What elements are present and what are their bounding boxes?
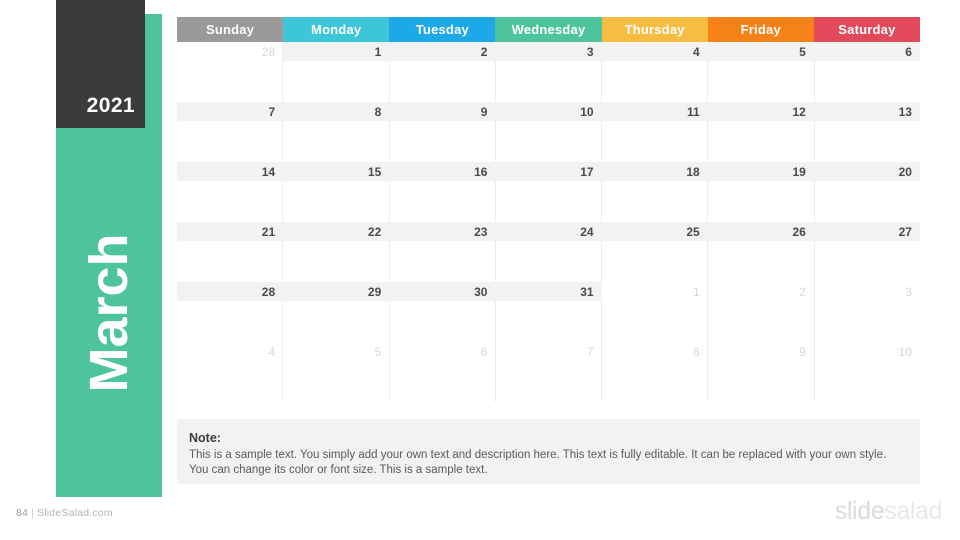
calendar-day-cell[interactable]: 10 [814, 342, 920, 361]
calendar-day-cell[interactable]: 3 [495, 42, 602, 61]
calendar-day-cell[interactable]: 25 [601, 222, 708, 241]
calendar-day-cell[interactable]: 9 [389, 102, 496, 121]
calendar-day-cell[interactable]: 7 [177, 102, 284, 121]
calendar-day-cell[interactable]: 1 [602, 282, 708, 301]
calendar-day-cell[interactable]: 9 [708, 342, 814, 361]
day-header-label: Sunday [205, 22, 255, 37]
calendar-day-cell[interactable]: 31 [495, 282, 602, 301]
calendar-day-cell[interactable]: 5 [707, 42, 814, 61]
calendar-week-row: 4 5 6 7 8 9 10 [177, 342, 920, 402]
note-box: Note: This is a sample text. You simply … [177, 419, 920, 484]
day-header-sunday: Sunday [177, 17, 284, 42]
day-header-label: Wednesday [511, 22, 586, 37]
calendar-day-cell[interactable]: 15 [283, 162, 390, 181]
day-header-label: Thursday [624, 22, 685, 37]
calendar-day-cell[interactable]: 10 [495, 102, 602, 121]
calendar-day-cell[interactable]: 28 [177, 282, 284, 301]
month-title: March [79, 232, 139, 393]
calendar-day-cell[interactable]: 12 [707, 102, 814, 121]
week-date-band: 7 8 9 10 11 12 13 [177, 102, 920, 121]
footer-site: SlideSalad.com [37, 507, 113, 519]
day-header-label: Monday [311, 22, 362, 37]
calendar-week-row: 7 8 9 10 11 12 13 [177, 102, 920, 162]
calendar-week-row: 28 29 30 31 1 2 3 [177, 282, 920, 342]
calendar-grid: 28 1 2 3 4 5 6 7 8 9 10 11 12 13 14 15 16 17 18 19 20 21 22 23 2… [177, 42, 920, 402]
calendar-week-row: 14 15 16 17 18 19 20 [177, 162, 920, 222]
page-number: 84 [16, 507, 29, 519]
day-header-tuesday: Tuesday [389, 17, 496, 42]
calendar-day-cell[interactable]: 24 [495, 222, 602, 241]
week-date-band: 28 29 30 31 1 2 3 [177, 282, 920, 301]
footer-separator: | [31, 507, 35, 519]
slidesalad-logo: slidesalad [834, 497, 943, 525]
calendar-day-cell[interactable]: 4 [601, 42, 708, 61]
logo-text-salad: salad [884, 497, 942, 525]
calendar-day-cell[interactable]: 5 [283, 342, 389, 361]
footer-credit: 84 | SlideSalad.com [16, 507, 113, 519]
calendar-day-cell[interactable]: 18 [601, 162, 708, 181]
day-header-saturday: Saturday [813, 17, 920, 42]
calendar-day-cell[interactable]: 17 [495, 162, 602, 181]
day-header-thursday: Thursday [601, 17, 708, 42]
calendar-day-cell[interactable]: 8 [283, 102, 390, 121]
calendar-day-cell[interactable]: 19 [707, 162, 814, 181]
day-header-label: Friday [740, 22, 781, 37]
calendar-day-cell[interactable]: 22 [283, 222, 390, 241]
calendar-day-cell[interactable]: 11 [601, 102, 708, 121]
logo-text-slide: slide [834, 497, 885, 525]
slide-canvas: March 2021 Sunday Monday Tuesday Wednesd… [0, 0, 960, 540]
calendar-week-row: 28 1 2 3 4 5 6 [177, 42, 920, 102]
calendar-day-cell[interactable]: 21 [177, 222, 284, 241]
calendar-day-cell[interactable]: 13 [813, 102, 920, 121]
sidebar-month-container: March [56, 128, 162, 497]
calendar-week-row: 21 22 23 24 25 26 27 [177, 222, 920, 282]
week-date-band: 4 5 6 7 8 9 10 [177, 342, 920, 361]
calendar-day-cell[interactable]: 2 [708, 282, 814, 301]
note-body: This is a sample text. You simply add yo… [189, 448, 887, 477]
calendar-day-cell[interactable]: 26 [707, 222, 814, 241]
sidebar-year-panel: 2021 [56, 0, 145, 128]
day-header-label: Tuesday [415, 22, 469, 37]
note-title: Note: [189, 431, 221, 445]
calendar-day-cell[interactable]: 29 [283, 282, 390, 301]
week-date-band: 21 22 23 24 25 26 27 [177, 222, 920, 241]
calendar-day-cell[interactable]: 28 [177, 42, 283, 61]
calendar-day-cell[interactable]: 4 [177, 342, 283, 361]
calendar: Sunday Monday Tuesday Wednesday Thursday… [177, 17, 920, 402]
day-header-monday: Monday [283, 17, 390, 42]
calendar-day-cell[interactable]: 20 [813, 162, 920, 181]
day-header-wednesday: Wednesday [495, 17, 602, 42]
calendar-week-rows: 28 1 2 3 4 5 6 7 8 9 10 11 12 13 14 15 16 17 18 19 20 21 22 23 2… [177, 42, 920, 402]
calendar-day-cell[interactable]: 2 [389, 42, 496, 61]
calendar-day-cell[interactable]: 3 [814, 282, 920, 301]
calendar-day-cell[interactable]: 6 [389, 342, 495, 361]
calendar-day-header-row: Sunday Monday Tuesday Wednesday Thursday… [177, 17, 920, 42]
calendar-day-cell[interactable]: 23 [389, 222, 496, 241]
calendar-day-cell[interactable]: 8 [602, 342, 708, 361]
calendar-day-cell[interactable]: 6 [813, 42, 920, 61]
calendar-day-cell[interactable]: 7 [495, 342, 601, 361]
day-header-label: Saturday [838, 22, 896, 37]
week-date-band: 14 15 16 17 18 19 20 [177, 162, 920, 181]
day-header-friday: Friday [707, 17, 814, 42]
calendar-day-cell[interactable]: 14 [177, 162, 284, 181]
calendar-day-cell[interactable]: 30 [389, 282, 496, 301]
year-label: 2021 [86, 94, 135, 117]
week-date-band: 28 1 2 3 4 5 6 [177, 42, 920, 61]
calendar-day-cell[interactable]: 16 [389, 162, 496, 181]
calendar-day-cell[interactable]: 27 [813, 222, 920, 241]
calendar-day-cell[interactable]: 1 [283, 42, 390, 61]
